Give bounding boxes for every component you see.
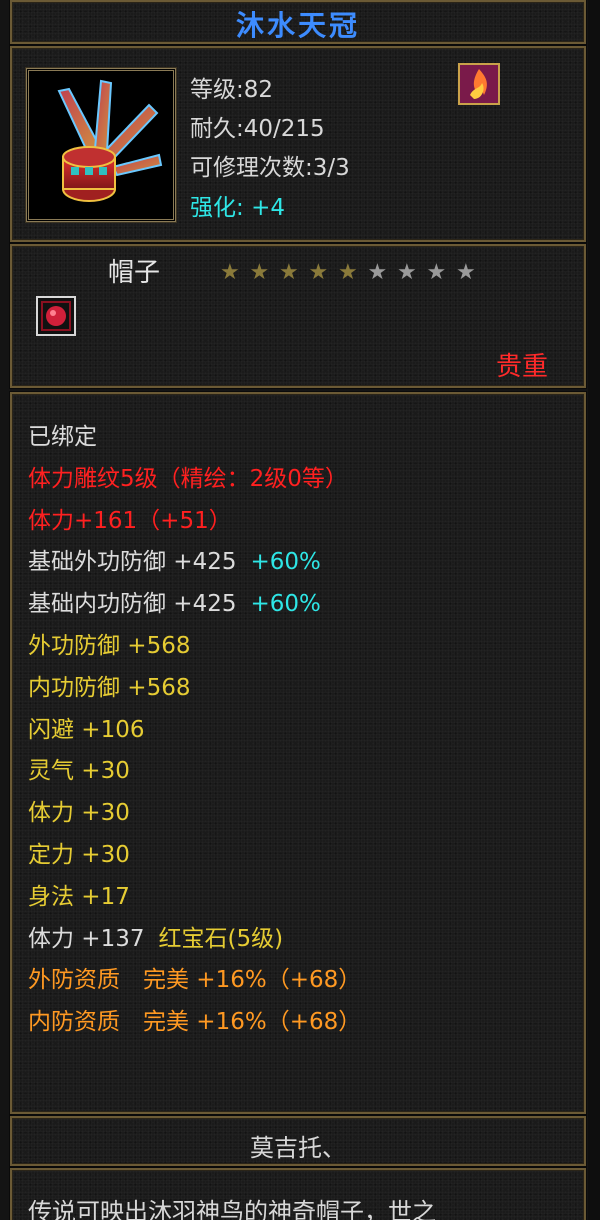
item-type-panel: 帽子 ★ ★ ★ ★ ★ ★ ★ ★ ★ 贵重: [10, 244, 586, 388]
item-title-bar: 沐水天冠: [10, 0, 586, 44]
attribute-row: 基础内功防御 +425 +60%: [28, 589, 321, 619]
attribute-text: 外功防御 +568: [28, 633, 191, 659]
star-filled-icon: ★: [308, 260, 329, 285]
attribute-text: 已绑定: [28, 424, 97, 450]
attribute-text: 身法 +17: [28, 883, 130, 910]
attribute-text: 基础内功防御 +425: [28, 591, 237, 618]
star-filled-icon: ★: [249, 260, 270, 285]
attribute-text: 体力雕纹5级（精绘：2级0等）: [28, 465, 348, 492]
creator-name: 莫吉托、: [250, 1134, 346, 1162]
enhance-value: +4: [251, 195, 285, 221]
attribute-extra: 红宝石(5级): [158, 925, 284, 952]
item-info-panel: 等级:82 耐久:40/215 可修理次数:3/3 强化: +4: [10, 46, 586, 242]
attribute-text: 内功防御 +568: [28, 674, 191, 701]
item-type: 帽子: [108, 258, 161, 288]
attribute-row: 内防资质 完美 +16%（+68）: [28, 1007, 361, 1037]
item-repair-count: 可修理次数:3/3: [190, 155, 350, 181]
attribute-text: 体力+161（+51）: [28, 507, 232, 534]
attribute-extra: +60%: [250, 591, 321, 618]
item-name: 沐水天冠: [235, 9, 360, 42]
star-filled-icon: ★: [338, 260, 358, 285]
item-level: 等级:82: [190, 77, 274, 103]
attribute-text: 体力 +30: [28, 800, 130, 827]
star-filled-icon: ★: [279, 260, 299, 285]
attribute-row: 定力 +30: [28, 840, 130, 870]
attribute-row: 已绑定: [28, 422, 97, 452]
attribute-text: 基础外功防御 +425: [28, 549, 237, 576]
star-empty-icon: ★: [456, 260, 476, 285]
attribute-row: 基础外功防御 +425 +60%: [28, 547, 321, 577]
star-empty-icon: ★: [426, 260, 447, 285]
red-gem-icon[interactable]: [36, 296, 76, 336]
attribute-text: 定力 +30: [28, 842, 130, 868]
attribute-row: 身法 +17: [28, 882, 130, 912]
attribute-row: 体力 +30: [28, 798, 130, 828]
star-filled-icon: ★: [220, 260, 240, 285]
attribute-row: 体力 +137 红宝石(5级): [28, 924, 283, 954]
attribute-text: 外防资质 完美 +16%（+68）: [28, 967, 362, 994]
creator-panel: 莫吉托、: [10, 1116, 586, 1166]
attribute-row: 灵气 +30: [28, 756, 130, 786]
item-durability: 耐久:40/215: [190, 116, 325, 142]
flame-skill-icon[interactable]: [458, 63, 500, 105]
star-empty-icon: ★: [367, 260, 388, 285]
item-icon-frame[interactable]: [26, 68, 176, 222]
attribute-text: 闪避 +106: [28, 716, 145, 743]
attribute-row: 外功防御 +568: [28, 631, 190, 661]
attribute-row: 外防资质 完美 +16%（+68）: [28, 965, 361, 995]
item-description: 传说可映出沐羽神鸟的神奇帽子，世之: [28, 1198, 436, 1220]
rarity-label: 贵重: [495, 352, 548, 382]
attributes-panel: 已绑定体力雕纹5级（精绘：2级0等） 体力+161（+51） 基础外功防御 +425…: [10, 392, 586, 1114]
description-panel: 传说可映出沐羽神鸟的神奇帽子，世之: [10, 1168, 586, 1220]
attribute-row: 体力雕纹5级（精绘：2级0等）: [28, 464, 348, 494]
attribute-extra: +60%: [250, 549, 321, 576]
star-empty-icon: ★: [397, 260, 417, 285]
item-enhance: 强化: +4: [190, 188, 285, 222]
feathered-crown-icon: [57, 79, 163, 202]
attribute-text: 体力 +137: [28, 925, 145, 952]
attribute-text: 灵气 +30: [28, 758, 130, 785]
attribute-row: 内功防御 +568: [28, 673, 190, 703]
enhance-label: 强化:: [190, 195, 244, 221]
attribute-text: 内防资质 完美 +16%（+68）: [28, 1009, 362, 1036]
background-strip: [588, 0, 600, 1220]
attribute-row: 体力+161（+51）: [28, 506, 232, 536]
attribute-row: 闪避 +106: [28, 715, 144, 745]
